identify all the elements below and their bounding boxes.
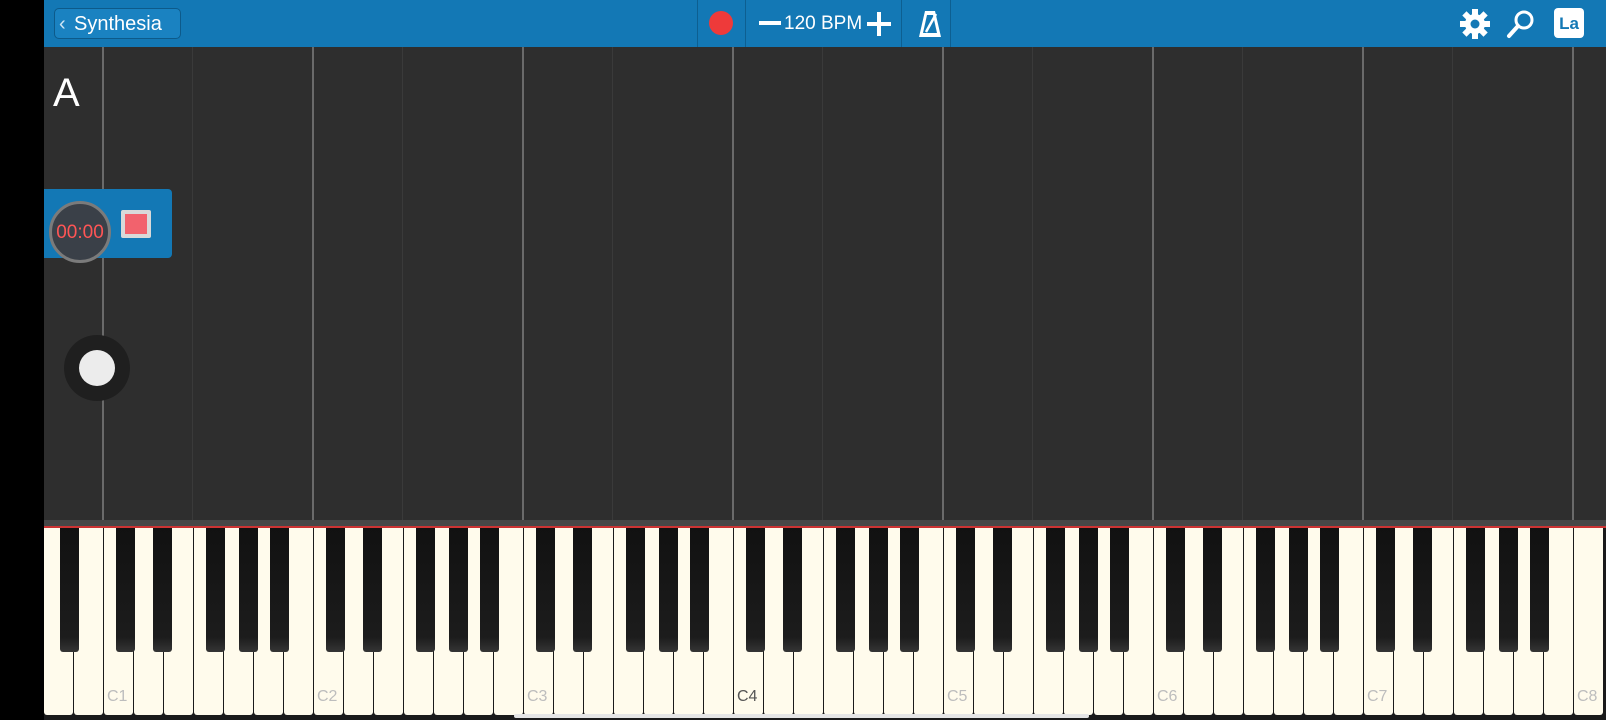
- timer-dial[interactable]: 00:00: [49, 201, 111, 263]
- octave-label: C6: [1157, 688, 1178, 705]
- black-key[interactable]: [956, 528, 975, 652]
- grid-line: [102, 47, 104, 520]
- hand-label[interactable]: A: [53, 71, 80, 115]
- piano-keyboard[interactable]: C1 C2 C3 C4 C5 C6 C7 C8: [44, 528, 1606, 720]
- grid-line: [1032, 47, 1033, 520]
- note-area: A 00:00: [44, 47, 1606, 520]
- joystick-knob[interactable]: [79, 350, 115, 386]
- timer-readout: 00:00: [56, 222, 104, 243]
- gear-icon[interactable]: [1459, 8, 1491, 40]
- black-key[interactable]: [60, 528, 79, 652]
- grid-line: [522, 47, 524, 520]
- grid-line: [1242, 47, 1243, 520]
- grid-line: [312, 47, 314, 520]
- grid-line: [822, 47, 823, 520]
- black-key[interactable]: [116, 528, 135, 652]
- metronome-icon[interactable]: [917, 9, 943, 39]
- recorder-panel: 00:00: [44, 189, 172, 263]
- bpm-decrease-button[interactable]: [759, 21, 781, 25]
- black-key[interactable]: [206, 528, 225, 652]
- black-key[interactable]: [480, 528, 499, 652]
- back-button-label: Synthesia: [74, 13, 162, 35]
- black-key[interactable]: [449, 528, 468, 652]
- bpm-value: 120 BPM: [784, 13, 863, 34]
- note-label-icon[interactable]: La: [1554, 8, 1584, 38]
- grid-line: [192, 47, 193, 520]
- grid-line: [1452, 47, 1453, 520]
- black-key[interactable]: [900, 528, 919, 652]
- black-key[interactable]: [239, 528, 258, 652]
- octave-label: C4: [737, 688, 758, 705]
- grid-line: [612, 47, 613, 520]
- keyboard-top-strip: [44, 520, 1606, 528]
- black-key[interactable]: [573, 528, 592, 652]
- top-bar: ‹ Synthesia 120 BPM La: [44, 0, 1606, 47]
- black-key[interactable]: [1166, 528, 1185, 652]
- black-key[interactable]: [746, 528, 765, 652]
- grid-line: [942, 47, 944, 520]
- black-key[interactable]: [1256, 528, 1275, 652]
- divider: [697, 0, 698, 47]
- black-key[interactable]: [1413, 528, 1432, 652]
- black-key[interactable]: [1046, 528, 1065, 652]
- black-key[interactable]: [1530, 528, 1549, 652]
- black-key[interactable]: [626, 528, 645, 652]
- grid-line: [1362, 47, 1364, 520]
- black-key[interactable]: [363, 528, 382, 652]
- black-key[interactable]: [326, 528, 345, 652]
- octave-label: C1: [107, 688, 128, 705]
- black-key[interactable]: [659, 528, 678, 652]
- octave-label: C2: [317, 688, 338, 705]
- grid-line: [402, 47, 403, 520]
- grid-line: [732, 47, 734, 520]
- grid-line: [1152, 47, 1154, 520]
- stop-button[interactable]: [121, 210, 151, 238]
- black-key[interactable]: [1376, 528, 1395, 652]
- back-button[interactable]: ‹ Synthesia: [54, 8, 181, 39]
- black-key[interactable]: [836, 528, 855, 652]
- black-key[interactable]: [536, 528, 555, 652]
- black-key[interactable]: [153, 528, 172, 652]
- black-key[interactable]: [1289, 528, 1308, 652]
- divider: [950, 0, 951, 47]
- black-key[interactable]: [783, 528, 802, 652]
- black-key[interactable]: [1203, 528, 1222, 652]
- octave-label: C5: [947, 688, 968, 705]
- divider: [901, 0, 902, 47]
- keyboard-scroll-indicator[interactable]: [514, 714, 1089, 718]
- chevron-left-icon: ‹: [59, 13, 66, 35]
- white-key[interactable]: [1574, 528, 1603, 715]
- octave-label: C3: [527, 688, 548, 705]
- octave-label: C8: [1577, 688, 1598, 705]
- search-icon[interactable]: [1505, 8, 1537, 40]
- bpm-increase-button[interactable]: [867, 12, 891, 36]
- black-key[interactable]: [416, 528, 435, 652]
- octave-label: C7: [1367, 688, 1388, 705]
- black-key[interactable]: [1499, 528, 1518, 652]
- black-key[interactable]: [1320, 528, 1339, 652]
- black-key[interactable]: [270, 528, 289, 652]
- black-key[interactable]: [869, 528, 888, 652]
- black-key[interactable]: [1466, 528, 1485, 652]
- record-button[interactable]: [709, 11, 733, 35]
- grid-line: [1572, 47, 1574, 520]
- divider: [745, 0, 746, 47]
- black-key[interactable]: [1079, 528, 1098, 652]
- black-key[interactable]: [993, 528, 1012, 652]
- black-key[interactable]: [1110, 528, 1129, 652]
- black-key[interactable]: [690, 528, 709, 652]
- synthesia-app: ‹ Synthesia 120 BPM La A 00:00 C1 C2 C3 …: [44, 0, 1606, 720]
- floating-joystick[interactable]: [64, 335, 130, 401]
